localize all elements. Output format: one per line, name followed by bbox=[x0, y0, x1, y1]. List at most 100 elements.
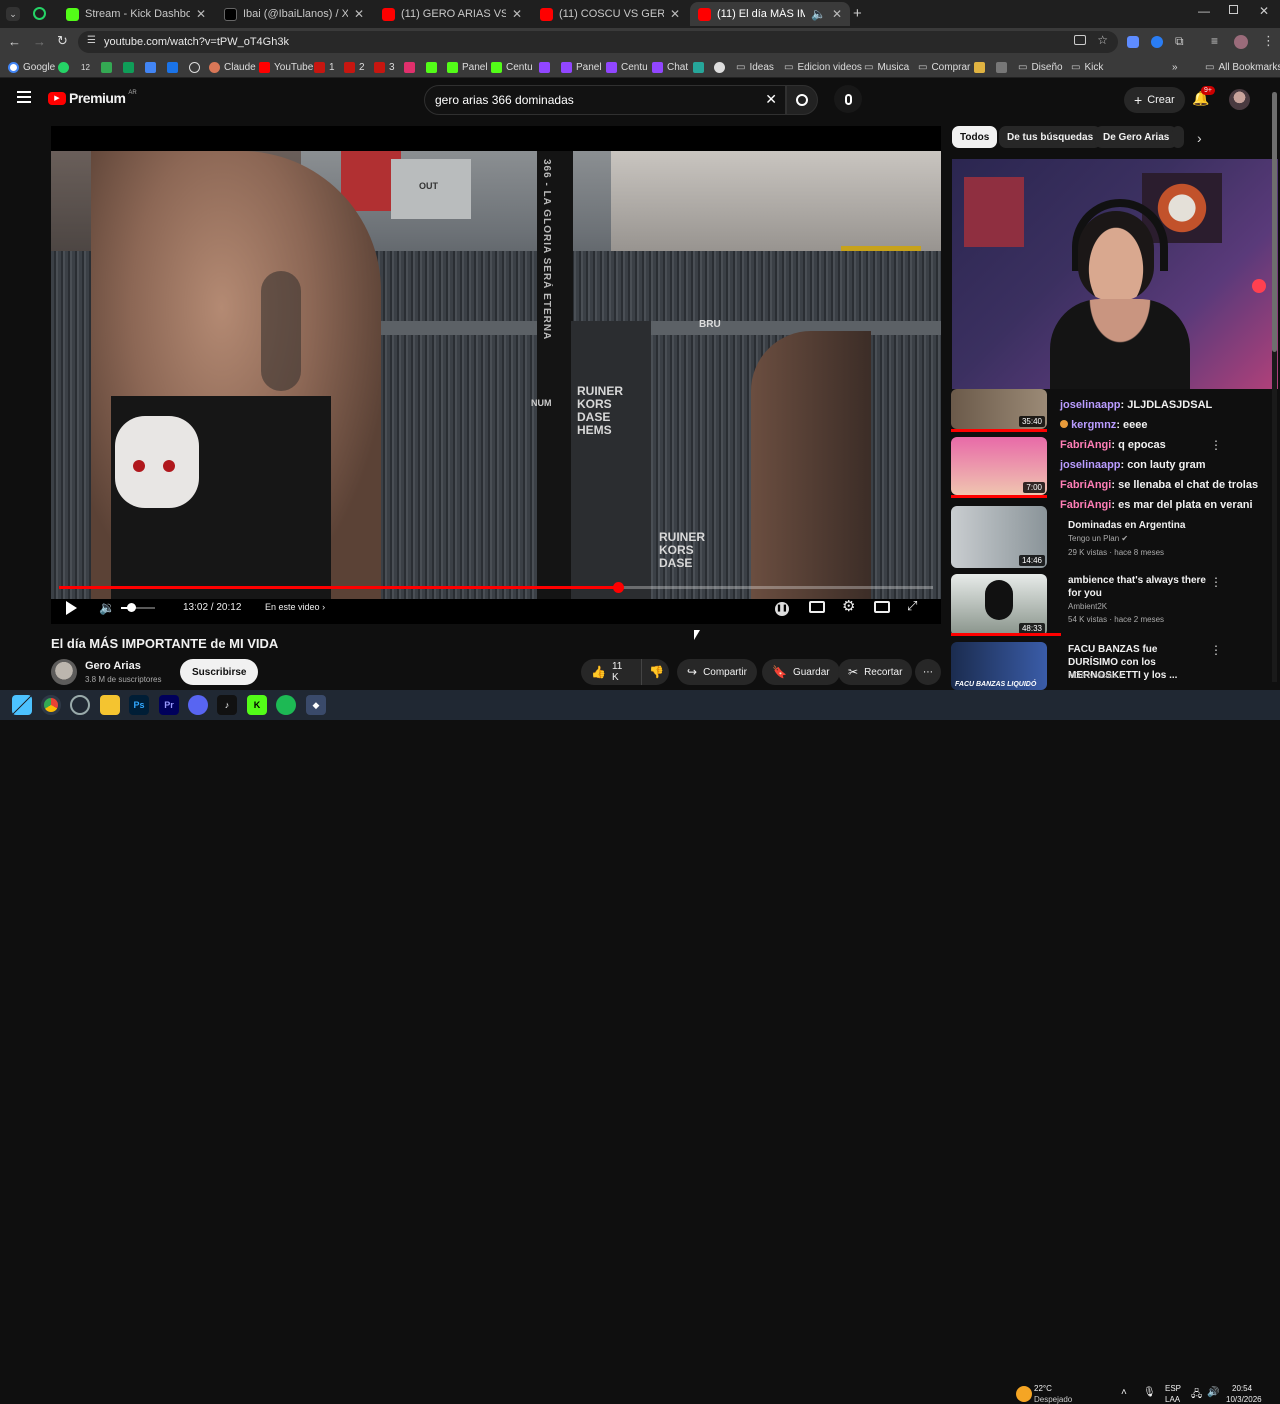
tab-search-icon[interactable]: ⌄ bbox=[6, 7, 20, 21]
speaker-tray-icon[interactable]: 🔊 bbox=[1207, 1387, 1219, 1398]
file-explorer-icon[interactable] bbox=[100, 695, 120, 715]
close-tab-icon[interactable]: ✕ bbox=[354, 7, 364, 21]
create-button[interactable]: + Crear bbox=[1124, 87, 1185, 113]
play-button[interactable] bbox=[66, 601, 77, 615]
bookmark-ext-2[interactable] bbox=[714, 59, 725, 75]
chip-todos[interactable]: Todos bbox=[952, 126, 998, 148]
install-app-icon[interactable] bbox=[1074, 35, 1086, 45]
bookmark-gmail-2[interactable]: 2 bbox=[344, 59, 365, 75]
tab-kick-dashboard[interactable]: Stream - Kick Dashboard ✕ bbox=[58, 2, 214, 26]
restore-button[interactable] bbox=[1229, 5, 1238, 14]
chip-overflow[interactable] bbox=[1172, 126, 1184, 148]
capcut-icon[interactable]: ♪ bbox=[217, 695, 237, 715]
bookmark-star-icon[interactable]: ☆ bbox=[1097, 33, 1108, 47]
windows-start-icon[interactable] bbox=[12, 695, 32, 715]
youtube-logo[interactable]: ▶ Premium AR bbox=[48, 90, 137, 106]
whatsapp-icon[interactable] bbox=[33, 7, 46, 20]
recommendation-title[interactable]: ambience that's always there for you bbox=[1068, 574, 1208, 600]
bookmark-kick-centu[interactable]: Centu bbox=[491, 59, 533, 75]
recommendation-thumb[interactable]: 48:33 bbox=[951, 574, 1047, 636]
reload-icon[interactable]: ↻ bbox=[57, 33, 68, 49]
clock-date[interactable]: 10/3/2026 bbox=[1226, 1395, 1262, 1404]
close-tab-icon[interactable]: ✕ bbox=[512, 7, 522, 21]
minimize-button[interactable]: — bbox=[1198, 4, 1210, 18]
bookmark-openai[interactable] bbox=[189, 59, 200, 75]
save-button[interactable]: 🔖 Guardar bbox=[762, 659, 840, 685]
like-button[interactable]: 👍 11 K bbox=[581, 659, 641, 685]
profile-avatar-icon[interactable] bbox=[1234, 35, 1248, 49]
bookmark-folder-edicion[interactable]: ▭ Edicion videos bbox=[784, 59, 862, 75]
chrome-icon[interactable] bbox=[41, 695, 61, 715]
settings-gear-icon[interactable]: ⚙ bbox=[842, 597, 855, 615]
tab-ibai-x[interactable]: Ibai (@IbaiLlanos) / X ✕ bbox=[216, 2, 372, 26]
close-tab-icon[interactable]: ✕ bbox=[832, 7, 842, 21]
spotify-icon[interactable] bbox=[276, 695, 296, 715]
tab-coscu-german[interactable]: (11) COSCU VS GERMÁN GARM ✕ bbox=[532, 2, 688, 26]
mic-tray-icon[interactable]: 🎙 bbox=[1143, 1387, 1156, 1398]
bookmark-12[interactable]: 12 bbox=[81, 59, 90, 75]
channel-name[interactable]: Gero Arias bbox=[85, 660, 141, 672]
scrollbar-thumb[interactable] bbox=[1272, 92, 1277, 352]
puzzle-extensions-icon[interactable]: ⧉ bbox=[1175, 34, 1184, 49]
extension-icon[interactable] bbox=[1151, 36, 1163, 48]
bookmark-ext-4[interactable] bbox=[996, 59, 1007, 75]
url-field[interactable]: ☰ youtube.com/watch?v=tPW_oT4Gh3k ☆ bbox=[78, 31, 1118, 53]
bookmark-whatsapp[interactable] bbox=[58, 59, 69, 75]
recommendation-thumb[interactable]: 35:40 bbox=[951, 389, 1047, 429]
bookmark-twitch-centu[interactable]: Centu bbox=[606, 59, 648, 75]
bookmark-ext-3[interactable] bbox=[974, 59, 985, 75]
browser-menu-icon[interactable]: ⋮ bbox=[1262, 33, 1275, 49]
autoplay-toggle[interactable]: ❚❚ bbox=[775, 602, 789, 616]
bookmark-folder-comprar[interactable]: ▭ Comprar bbox=[918, 59, 970, 75]
forward-icon[interactable]: → bbox=[33, 34, 46, 49]
volume-icon[interactable]: 🔉 bbox=[99, 600, 115, 616]
bookmark-kick-panel[interactable]: Panel bbox=[447, 59, 488, 75]
bookmark-instagram[interactable] bbox=[404, 59, 415, 75]
chip-busquedas[interactable]: De tus búsquedas bbox=[999, 126, 1102, 148]
close-tab-icon[interactable]: ✕ bbox=[670, 7, 680, 21]
recommendation-title[interactable]: Dominadas en Argentina bbox=[1068, 519, 1208, 532]
bookmark-google[interactable]: Google bbox=[8, 59, 55, 75]
recommendation-thumb[interactable]: 14:46 bbox=[951, 506, 1047, 568]
recommendation-channel[interactable]: Ambient2K bbox=[1068, 601, 1107, 613]
bookmark-docs[interactable] bbox=[145, 59, 156, 75]
subscribe-button[interactable]: Suscribirse bbox=[180, 659, 259, 685]
channel-avatar[interactable] bbox=[51, 659, 77, 685]
bookmark-calendar[interactable] bbox=[167, 59, 178, 75]
app-icon[interactable]: ◆ bbox=[306, 695, 326, 715]
clear-search-icon[interactable]: ✕ bbox=[765, 91, 777, 108]
chrome-alt-icon[interactable] bbox=[70, 695, 90, 715]
all-bookmarks[interactable]: ▭ All Bookmarks bbox=[1205, 59, 1280, 75]
bookmark-claude[interactable]: Claude bbox=[209, 59, 256, 75]
more-options-icon[interactable]: ⋮ bbox=[1210, 438, 1222, 452]
tray-chevron-icon[interactable]: ˄ bbox=[1121, 1387, 1127, 1398]
bookmark-kick[interactable] bbox=[426, 59, 437, 75]
bookmark-drive[interactable] bbox=[101, 59, 112, 75]
recommendation-thumb[interactable]: 7:00 bbox=[951, 437, 1047, 495]
more-actions-button[interactable]: ⋯ bbox=[915, 659, 941, 685]
bookmark-folder-musica[interactable]: ▭ Musica bbox=[864, 59, 909, 75]
chip-gero-arias[interactable]: De Gero Arias bbox=[1095, 126, 1178, 148]
search-button[interactable] bbox=[786, 85, 818, 115]
reading-list-icon[interactable]: ≡ bbox=[1211, 34, 1218, 48]
chips-next-icon[interactable]: › bbox=[1197, 130, 1202, 146]
bookmarks-overflow-icon[interactable]: » bbox=[1172, 59, 1178, 75]
bookmark-youtube[interactable]: YouTube bbox=[259, 59, 313, 75]
progress-track[interactable] bbox=[59, 582, 933, 593]
bookmark-twitch-chat[interactable]: Chat bbox=[652, 59, 688, 75]
volume-slider[interactable] bbox=[121, 603, 155, 612]
chapters-button[interactable]: En este video › bbox=[265, 602, 325, 612]
bookmark-folder-kick[interactable]: ▭ Kick bbox=[1071, 59, 1103, 75]
recommendation-thumb[interactable]: FACU BANZAS LIQUIDÓ bbox=[951, 642, 1047, 690]
new-tab-button[interactable]: + bbox=[853, 5, 862, 22]
weather-icon[interactable] bbox=[1016, 1386, 1032, 1402]
bookmark-folder-diseno[interactable]: ▭ Diseño bbox=[1018, 59, 1063, 75]
dislike-button[interactable]: 👎 bbox=[641, 659, 669, 685]
recommendation-channel[interactable]: Tengo un Plan ✔ bbox=[1068, 533, 1128, 545]
site-info-icon[interactable]: ☰ bbox=[87, 35, 96, 46]
tab-gero-viruzz[interactable]: (11) GERO ARIAS VS VIRUZZ | C ✕ bbox=[374, 2, 530, 26]
volume-knob[interactable] bbox=[127, 603, 137, 612]
hamburger-menu-icon[interactable] bbox=[17, 91, 31, 103]
premiere-icon[interactable]: Pr bbox=[159, 695, 179, 715]
close-tab-icon[interactable]: ✕ bbox=[196, 7, 206, 21]
